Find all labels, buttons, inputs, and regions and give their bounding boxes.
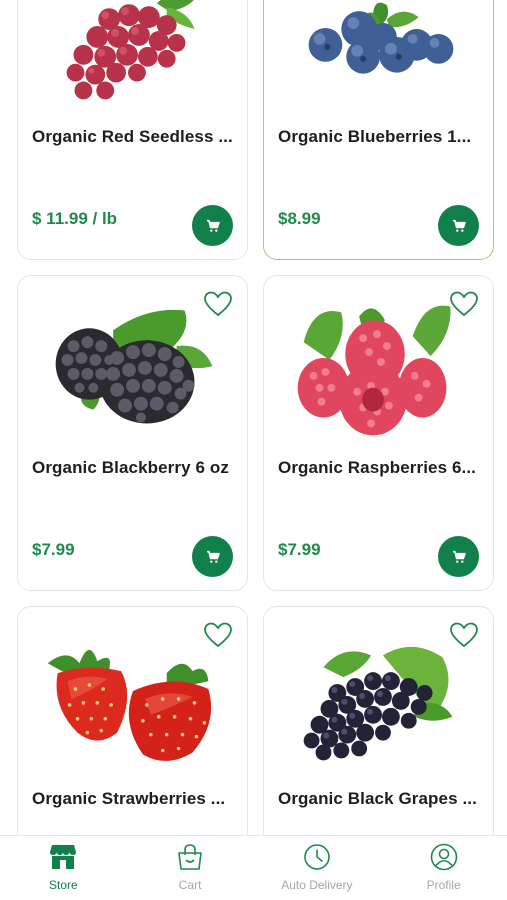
nav-item-cart[interactable]: Cart: [127, 836, 254, 900]
nav-label-profile: Profile: [426, 878, 461, 892]
product-card-black-grapes[interactable]: Organic Black Grapes ...: [263, 606, 494, 835]
add-to-cart-button[interactable]: [192, 205, 233, 246]
bottom-navigation: Store Cart Auto Delivery Profile: [0, 835, 507, 900]
product-price: $7.99: [278, 540, 321, 559]
cart-icon: [452, 219, 466, 232]
product-name: Organic Blueberries 1...: [278, 127, 472, 146]
product-card-blackberries[interactable]: Organic Blackberry 6 oz $7.99: [17, 275, 248, 591]
nav-item-auto-delivery[interactable]: Auto Delivery: [254, 836, 381, 900]
product-price: $ 11.99 / lb: [32, 209, 118, 228]
cart-icon: [206, 219, 220, 232]
heart-outline-icon[interactable]: [449, 290, 479, 318]
nav-label-store: Store: [49, 878, 78, 892]
nav-item-store[interactable]: Store: [0, 836, 127, 900]
nav-label-cart: Cart: [178, 878, 202, 892]
heart-outline-icon[interactable]: [449, 621, 479, 649]
red-grapes-image: [66, 0, 195, 100]
store-icon: [50, 845, 77, 869]
product-name: Organic Strawberries ...: [32, 789, 226, 808]
product-name: Organic Raspberries 6...: [278, 458, 476, 477]
product-price: $8.99: [278, 209, 321, 228]
product-card-red-grapes[interactable]: Organic Red Seedless ... $ 11.99 / lb: [17, 0, 248, 260]
shopping-bag-icon: [178, 844, 202, 870]
cart-icon: [206, 550, 220, 563]
product-price: $7.99: [32, 540, 75, 559]
product-card-raspberries[interactable]: Organic Raspberries 6... $7.99: [263, 275, 494, 591]
clock-icon: [304, 844, 330, 870]
cart-icon: [452, 550, 466, 563]
product-grid: Organic Red Seedless ... $ 11.99 / lb Or…: [0, 0, 507, 835]
nav-item-profile[interactable]: Profile: [380, 836, 507, 900]
heart-outline-icon[interactable]: [203, 290, 233, 318]
add-to-cart-button[interactable]: [438, 205, 479, 246]
add-to-cart-button[interactable]: [438, 536, 479, 577]
product-name: Organic Red Seedless ...: [32, 127, 233, 146]
heart-outline-icon[interactable]: [203, 621, 233, 649]
product-card-blueberries[interactable]: Organic Blueberries 1... $8.99: [263, 0, 494, 260]
blueberries-image: [308, 2, 454, 74]
profile-icon: [430, 843, 457, 871]
product-card-strawberries[interactable]: Organic Strawberries ...: [17, 606, 248, 835]
nav-label-auto-delivery: Auto Delivery: [281, 878, 353, 892]
product-name: Organic Blackberry 6 oz: [32, 458, 229, 477]
add-to-cart-button[interactable]: [192, 536, 233, 577]
product-name: Organic Black Grapes ...: [278, 789, 477, 808]
